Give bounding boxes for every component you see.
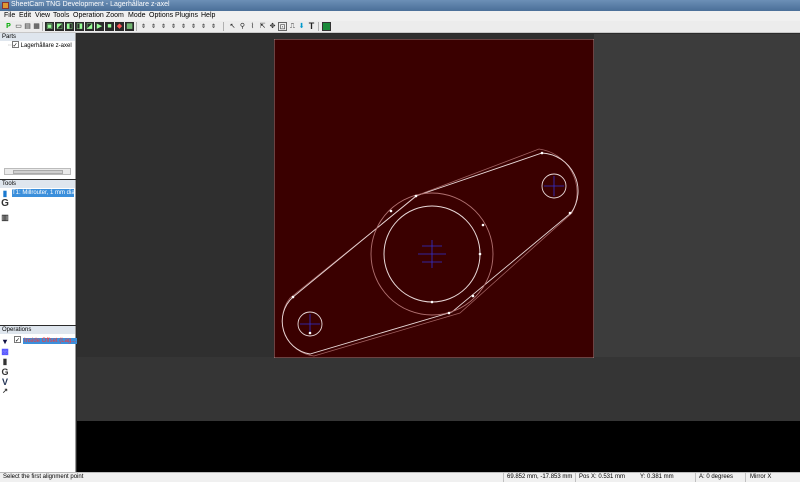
toolbar: P ▭ ▤ ▦ ▣ ◩ ◧ ◨ ◪ ▶ ■ ◆ ▦ ⌽ ⌽ ⌽ ⌽ ⌽ ⌽ ⌽ … (0, 21, 800, 33)
menu-tools[interactable]: Tools (53, 12, 69, 19)
work-plate[interactable] (274, 39, 594, 358)
operation-label: Inside Offset (Lag... (23, 338, 78, 345)
parts-header: Parts (0, 33, 75, 41)
zoom-icon[interactable]: ⚲ (238, 22, 247, 31)
operations-header: Operations (0, 326, 75, 334)
drill-icon[interactable]: ⌽ (199, 22, 208, 31)
plate-rect (274, 39, 594, 358)
part-item[interactable]: ┄✓ Lagerhållare z-axel (8, 41, 72, 50)
canvas-background-dark (77, 421, 800, 472)
new-operation-icon[interactable]: ▾ (1, 338, 9, 346)
menu-help[interactable]: Help (201, 12, 215, 19)
gcode-tool-icon[interactable]: G (1, 199, 9, 209)
view-icon[interactable]: ▣ (45, 22, 54, 31)
grid-icon[interactable]: ▦ (125, 22, 134, 31)
drill-icon[interactable]: ⌽ (149, 22, 158, 31)
add-tool-icon[interactable]: ▮ (1, 190, 9, 198)
parts-panel: Parts ┄✓ Lagerhållare z-axel (0, 33, 76, 179)
drill-icon[interactable]: ⌽ (159, 22, 168, 31)
toolbar-separator (223, 22, 224, 31)
run-icon[interactable]: ▶ (95, 22, 104, 31)
parts-scrollbar[interactable] (4, 168, 71, 175)
align-icon[interactable]: ⬇ (297, 22, 306, 31)
status-mirror: Mirror X (750, 474, 772, 480)
scroll-thumb[interactable] (13, 170, 63, 174)
jog-icon[interactable]: ◆ (115, 22, 124, 31)
menu-file[interactable]: File (4, 12, 15, 19)
stop-icon[interactable]: ■ (105, 22, 114, 31)
tools-header: Tools (0, 180, 75, 188)
operation-checkbox[interactable]: ✓ (14, 336, 21, 344)
open-icon[interactable]: ▭ (14, 22, 23, 31)
part-label: Lagerhållare z-axel (20, 43, 72, 50)
drill-op-icon[interactable]: ▮ (1, 358, 9, 366)
menu-edit[interactable]: Edit (19, 12, 31, 19)
tools-panel: Tools ▮ G ▥ T1: Millrouter, 1 mm diam (0, 180, 76, 325)
status-coords: 69.852 mm, -17.853 mm (507, 474, 573, 480)
toolbar-separator (136, 22, 137, 31)
contour-icon[interactable]: ◩ (55, 22, 64, 31)
part-checkbox[interactable]: ✓ (11, 41, 19, 49)
rotate-icon[interactable]: ◧ (65, 22, 74, 31)
pan-icon[interactable]: ✥ (268, 22, 277, 31)
drill-icon[interactable]: ⌽ (209, 22, 218, 31)
status-pos-y: Y: 0.381 mm (640, 474, 674, 480)
drill-icon[interactable]: ⌽ (139, 22, 148, 31)
new-icon[interactable]: P (4, 22, 13, 31)
postprocess-icon[interactable]: ◪ (85, 22, 94, 31)
save-icon[interactable]: ▤ (23, 22, 32, 31)
drill-icon[interactable]: ⌽ (179, 22, 188, 31)
app-icon (2, 2, 9, 9)
tool-item[interactable]: T1: Millrouter, 1 mm diam (12, 189, 74, 197)
arrow-op-icon[interactable]: ↗ (1, 388, 9, 396)
drill-icon[interactable]: ⌽ (169, 22, 178, 31)
operation-item[interactable]: ✓ Inside Offset (Lag... (14, 336, 78, 345)
toolbar-separator (318, 22, 319, 31)
menu-zoom[interactable]: Zoom (106, 12, 124, 19)
print-icon[interactable]: ▦ (32, 22, 41, 31)
operations-panel: Operations ▾ ▩ ▮ G V ↗ ✓ Inside Offset (L… (0, 326, 78, 472)
lasso-icon[interactable]: ⌇ (248, 22, 257, 31)
canvas-background-right (594, 34, 800, 357)
canvas-background-bottom (77, 357, 800, 421)
status-angle: A: 0 degrees (699, 474, 734, 480)
gcode-op-icon[interactable]: G (1, 368, 9, 377)
status-pos-x: Pos X: 0.531 mm (579, 474, 626, 480)
toolbar-separator (42, 22, 43, 31)
drill-icon[interactable]: ⌽ (189, 22, 198, 31)
menu-options[interactable]: Options (149, 12, 173, 19)
contour-op-icon[interactable]: ▩ (1, 348, 9, 356)
green-status-icon[interactable] (322, 22, 331, 31)
menu-operation[interactable]: Operation (73, 12, 104, 19)
fit-icon[interactable]: ⊡ (278, 22, 287, 31)
text-icon[interactable]: T (307, 22, 316, 31)
tool-table-icon[interactable]: ▥ (1, 214, 9, 222)
arrow-select-icon[interactable]: ⇱ (258, 22, 267, 31)
mirror-icon[interactable]: ◨ (75, 22, 84, 31)
status-message: Select the first alignment point (3, 474, 84, 480)
measure-icon[interactable]: ⎍ (288, 22, 297, 31)
menu-view[interactable]: View (35, 12, 50, 19)
menu-mode[interactable]: Mode (128, 12, 146, 19)
window-title: SheetCam TNG Development - Lagerhållare … (11, 1, 170, 8)
v-carve-icon[interactable]: V (1, 378, 9, 387)
title-bar: SheetCam TNG Development - Lagerhållare … (0, 0, 800, 11)
menu-plugins[interactable]: Plugins (175, 12, 198, 19)
pointer-icon[interactable]: ↖ (228, 22, 237, 31)
